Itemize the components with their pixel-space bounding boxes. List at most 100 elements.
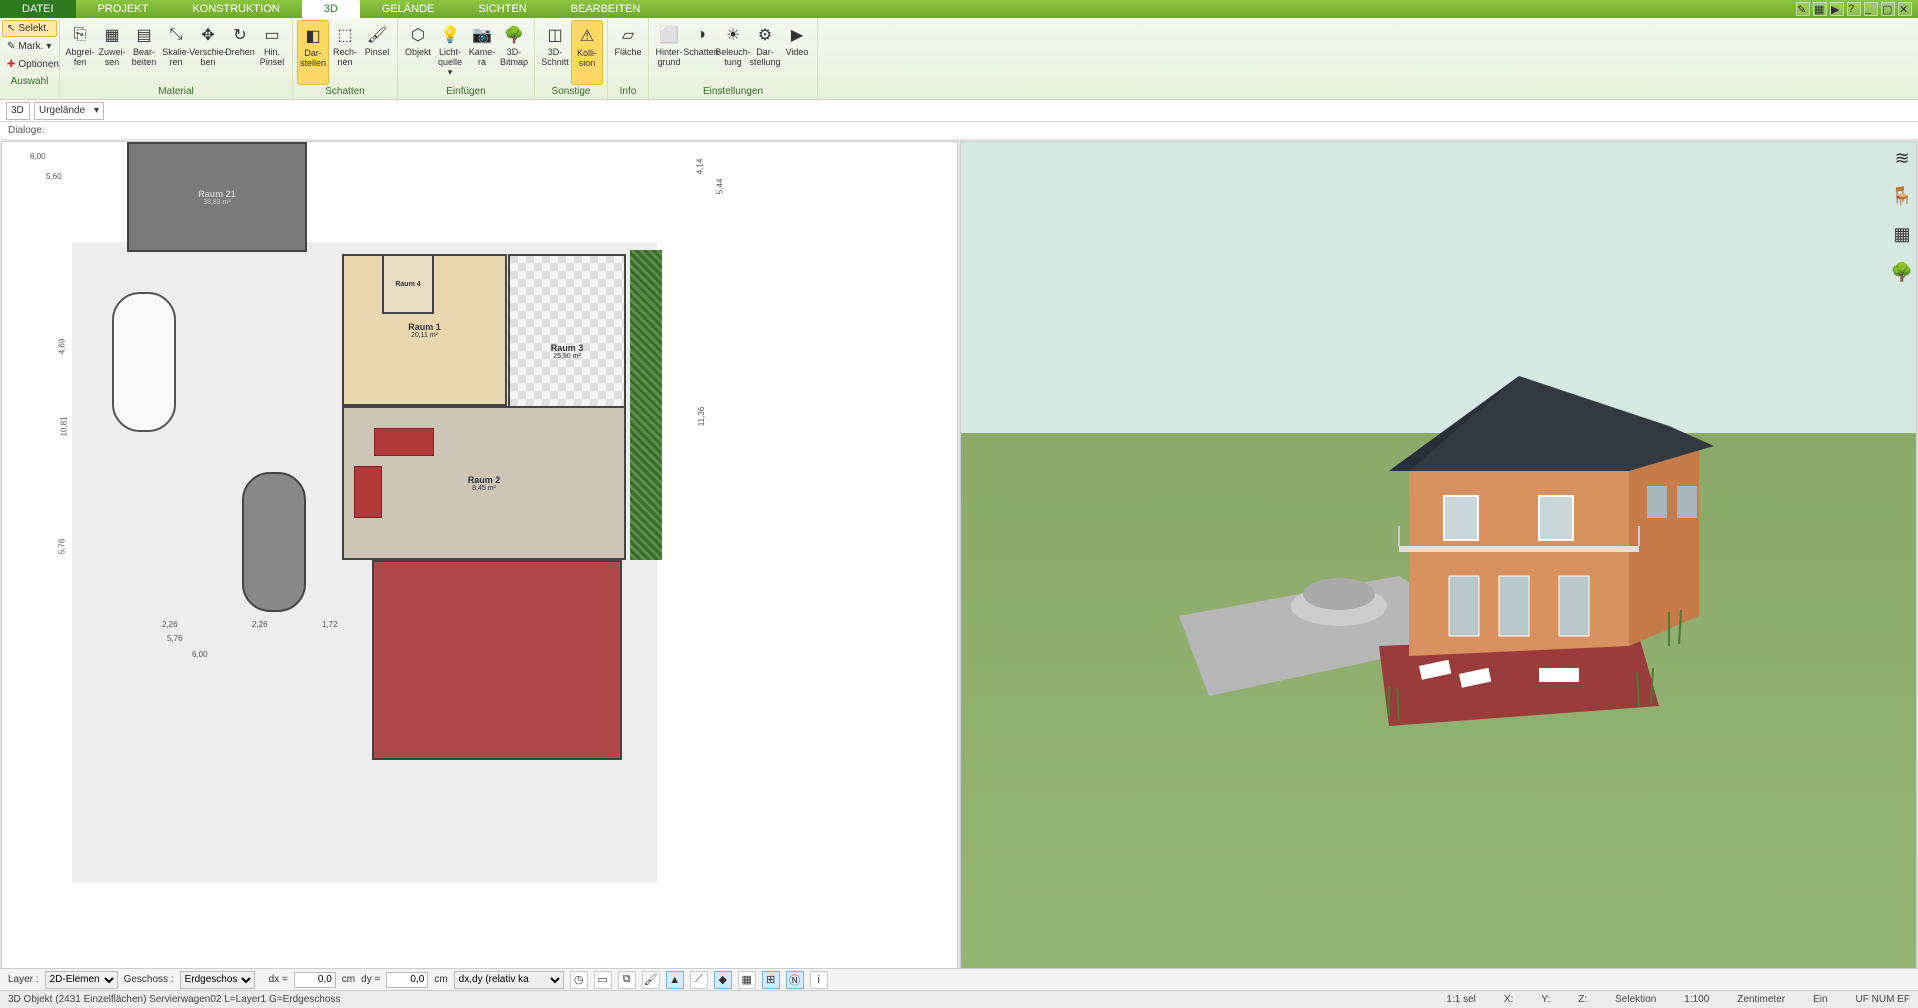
ribbon-rg-son-1[interactable]: ⚠Kolli-sion (571, 20, 603, 85)
ribbon-icon: ◧ (302, 25, 324, 47)
geschoss-label: Geschoss : (124, 974, 174, 985)
select-button[interactable]: ↖Selekt. (2, 20, 57, 37)
dx-input[interactable] (294, 972, 336, 988)
palette-icon[interactable]: ▦ (1890, 222, 1914, 246)
car-white[interactable] (112, 292, 176, 432)
ribbon-rg-mat-1[interactable]: ▦Zuwei-sen (96, 20, 128, 85)
ribbon-icon: ◫ (544, 24, 566, 46)
menu-konstruktion[interactable]: KONSTRUKTION (170, 0, 301, 18)
mark-button[interactable]: ✎Mark.▾ (2, 38, 57, 55)
grid-icon[interactable]: ▦ (738, 971, 756, 989)
ribbon-icon: ◑ (690, 24, 712, 46)
options-button[interactable]: ✚Optionen (2, 56, 57, 73)
ribbon-rg-mat-5[interactable]: ↻Drehen (224, 20, 256, 85)
menu-projekt[interactable]: PROJEKT (76, 0, 171, 18)
snap-obj-icon[interactable]: Ⓝ (786, 971, 804, 989)
minimize-icon[interactable]: _ (1864, 2, 1878, 16)
menu-3d[interactable]: 3D (302, 0, 360, 18)
ribbon-rg-ein-2[interactable]: 📷Kame-ra (466, 20, 498, 85)
ribbon-rg-set-3[interactable]: ⚙Dar-stellung (749, 20, 781, 85)
ribbon-rg-son-0[interactable]: ◫3D-Schnitt (539, 20, 571, 85)
room-21[interactable]: Raum 2138,83 m² (127, 142, 307, 252)
status-unit: Zentimeter (1737, 994, 1785, 1005)
snap-mid-icon[interactable]: ◆ (714, 971, 732, 989)
ribbon-rg-sch-1[interactable]: ⬚Rech-nen (329, 20, 361, 85)
layers-icon[interactable]: ≋ (1890, 146, 1914, 170)
ortho-icon[interactable]: ⊞ (762, 971, 780, 989)
dy-input[interactable] (386, 972, 428, 988)
ribbon-rg-mat-2[interactable]: ▤Bear-beiten (128, 20, 160, 85)
chair-icon[interactable]: 🪑 (1890, 184, 1914, 208)
maximize-icon[interactable]: ▢ (1881, 2, 1895, 16)
room-2[interactable]: Raum 28,45 m² (342, 406, 626, 560)
ribbon-icon: ▭ (261, 24, 283, 46)
ribbon-rg-set-2[interactable]: ☀Beleuch-tung (717, 20, 749, 85)
side-toolbar: ≋ 🪑 ▦ 🌳 (1890, 146, 1914, 284)
dim-label: 1,72 (322, 620, 338, 629)
ribbon-icon: ☀ (722, 24, 744, 46)
color-icon[interactable]: ▦ (1813, 2, 1827, 16)
hedge (630, 250, 662, 560)
ribbon-icon: ⚠ (576, 25, 598, 47)
info-icon[interactable]: i (810, 971, 828, 989)
clock-icon[interactable]: ◷ (570, 971, 588, 989)
status-num: UF NUM EF (1856, 994, 1910, 1005)
ribbon-rg-set-0[interactable]: ⬜Hinter-grund (653, 20, 685, 85)
layer-select-bottom[interactable]: 2D-Elemen (45, 971, 118, 989)
play-icon[interactable]: ▶ (1830, 2, 1844, 16)
menu-datei[interactable]: DATEI (0, 0, 76, 18)
help-icon[interactable]: ? (1847, 2, 1861, 16)
ribbon-icon: ▤ (133, 24, 155, 46)
house-render (1159, 296, 1719, 736)
ribbon-rg-mat-0[interactable]: ⎘Abgrei-fen (64, 20, 96, 85)
status-y: Y: (1541, 994, 1550, 1005)
2d-view[interactable]: Raum 2138,83 m² Raum 120,11 m² Raum 4 Ra… (1, 141, 958, 975)
dim-label: 2,26 (252, 620, 268, 629)
ribbon-icon: ▦ (101, 24, 123, 46)
ribbon-rg-set-1[interactable]: ◑Schatten (685, 20, 717, 85)
dim-label: 5,60 (46, 172, 62, 181)
status-object: 3D Objekt (2431 Einzelflächen) Servierwa… (8, 994, 340, 1005)
dim-label: 5,76 (167, 634, 183, 643)
paint-icon[interactable]: 🖌 (642, 971, 660, 989)
status-ein: Ein (1813, 994, 1827, 1005)
ribbon-rg-ein-0[interactable]: ⬡Objekt (402, 20, 434, 85)
screen-icon[interactable]: ▭ (594, 971, 612, 989)
ribbon-rg-mat-4[interactable]: ✥Verschie-ben (192, 20, 224, 85)
3d-view[interactable] (960, 141, 1917, 975)
dx-label: dx = (269, 974, 288, 985)
ribbon-rg-ein-3[interactable]: 🌳3D-Bitmap (498, 20, 530, 85)
pen-icon[interactable]: ✎ (1796, 2, 1810, 16)
ribbon-rg-sch-2[interactable]: 🖌Pinsel (361, 20, 393, 85)
ribbon-rg-ein-1[interactable]: 💡Licht-quelle ▾ (434, 20, 466, 85)
ribbon-rg-mat-3[interactable]: ⤡Skalie-ren (160, 20, 192, 85)
dim-label: 6,00 (30, 152, 46, 161)
menu-bar: DATEI PROJEKT KONSTRUKTION 3D GELÄNDE SI… (0, 0, 1918, 18)
ribbon-icon: ⬡ (407, 24, 429, 46)
ribbon-icon: ▶ (786, 24, 808, 46)
ribbon-rg-mat-6[interactable]: ▭Hin.Pinsel (256, 20, 288, 85)
layer-select[interactable]: Urgelände▾ (34, 102, 104, 120)
menu-bearbeiten[interactable]: BEARBEITEN (549, 0, 663, 18)
snap-edge-icon[interactable]: ⟋ (690, 971, 708, 989)
menu-gelaende[interactable]: GELÄNDE (360, 0, 457, 18)
dy-label: dy = (361, 974, 380, 985)
ribbon-rg-set-4[interactable]: ▶Video (781, 20, 813, 85)
tree-icon[interactable]: 🌳 (1890, 260, 1914, 284)
terrace[interactable] (372, 560, 622, 760)
mark-icon: ✎ (7, 41, 15, 52)
room-4[interactable]: Raum 4 (382, 254, 434, 314)
group-icon[interactable]: ⧉ (618, 971, 636, 989)
mode-select[interactable]: 3D (6, 102, 30, 120)
snap-end-icon[interactable]: ▲ (666, 971, 684, 989)
close-icon[interactable]: ✕ (1898, 2, 1912, 16)
geschoss-select[interactable]: Erdgeschos (180, 971, 255, 989)
ribbon-icon: 💡 (439, 24, 461, 46)
group-schatten-label: Schatten (293, 85, 397, 99)
car-grey[interactable] (242, 472, 306, 612)
plus-icon: ✚ (7, 59, 15, 70)
menu-sichten[interactable]: SICHTEN (456, 0, 548, 18)
ribbon-rg-sch-0[interactable]: ◧Dar-stellen (297, 20, 329, 85)
coord-mode-select[interactable]: dx,dy (relativ ka (454, 971, 564, 989)
ribbon-rg-info-0[interactable]: ▱Fläche (612, 20, 644, 85)
